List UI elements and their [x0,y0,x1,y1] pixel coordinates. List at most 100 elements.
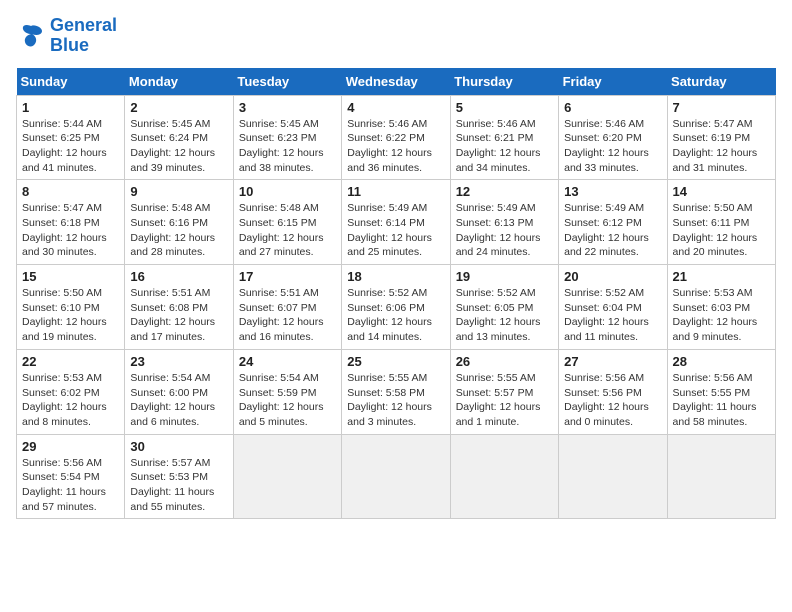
calendar-cell: 27 Sunrise: 5:56 AM Sunset: 5:56 PM Dayl… [559,349,667,434]
logo: General Blue [16,16,117,56]
day-detail: Sunrise: 5:47 AM Sunset: 6:19 PM Dayligh… [673,117,770,176]
day-detail: Sunrise: 5:50 AM Sunset: 6:10 PM Dayligh… [22,286,119,345]
calendar-cell: 24 Sunrise: 5:54 AM Sunset: 5:59 PM Dayl… [233,349,341,434]
calendar-cell: 30 Sunrise: 5:57 AM Sunset: 5:53 PM Dayl… [125,434,233,519]
calendar-cell: 29 Sunrise: 5:56 AM Sunset: 5:54 PM Dayl… [17,434,125,519]
day-detail: Sunrise: 5:55 AM Sunset: 5:58 PM Dayligh… [347,371,444,430]
day-number: 1 [22,100,119,115]
calendar-cell [450,434,558,519]
day-number: 26 [456,354,553,369]
calendar-week-1: 1 Sunrise: 5:44 AM Sunset: 6:25 PM Dayli… [17,95,776,180]
day-detail: Sunrise: 5:47 AM Sunset: 6:18 PM Dayligh… [22,201,119,260]
day-number: 13 [564,184,661,199]
day-number: 4 [347,100,444,115]
calendar-cell: 15 Sunrise: 5:50 AM Sunset: 6:10 PM Dayl… [17,265,125,350]
day-detail: Sunrise: 5:51 AM Sunset: 6:08 PM Dayligh… [130,286,227,345]
day-detail: Sunrise: 5:56 AM Sunset: 5:56 PM Dayligh… [564,371,661,430]
day-detail: Sunrise: 5:44 AM Sunset: 6:25 PM Dayligh… [22,117,119,176]
page-header: General Blue [16,16,776,56]
calendar-cell [667,434,775,519]
day-detail: Sunrise: 5:46 AM Sunset: 6:20 PM Dayligh… [564,117,661,176]
weekday-header-monday: Monday [125,68,233,96]
calendar-cell: 22 Sunrise: 5:53 AM Sunset: 6:02 PM Dayl… [17,349,125,434]
weekday-header-thursday: Thursday [450,68,558,96]
calendar-week-5: 29 Sunrise: 5:56 AM Sunset: 5:54 PM Dayl… [17,434,776,519]
day-number: 27 [564,354,661,369]
calendar-week-4: 22 Sunrise: 5:53 AM Sunset: 6:02 PM Dayl… [17,349,776,434]
day-detail: Sunrise: 5:48 AM Sunset: 6:16 PM Dayligh… [130,201,227,260]
calendar-cell: 20 Sunrise: 5:52 AM Sunset: 6:04 PM Dayl… [559,265,667,350]
weekday-header-saturday: Saturday [667,68,775,96]
day-detail: Sunrise: 5:56 AM Sunset: 5:54 PM Dayligh… [22,456,119,515]
calendar-week-2: 8 Sunrise: 5:47 AM Sunset: 6:18 PM Dayli… [17,180,776,265]
calendar-cell: 21 Sunrise: 5:53 AM Sunset: 6:03 PM Dayl… [667,265,775,350]
day-number: 30 [130,439,227,454]
calendar-cell: 18 Sunrise: 5:52 AM Sunset: 6:06 PM Dayl… [342,265,450,350]
calendar-cell: 14 Sunrise: 5:50 AM Sunset: 6:11 PM Dayl… [667,180,775,265]
calendar-cell: 10 Sunrise: 5:48 AM Sunset: 6:15 PM Dayl… [233,180,341,265]
calendar-cell: 26 Sunrise: 5:55 AM Sunset: 5:57 PM Dayl… [450,349,558,434]
day-number: 5 [456,100,553,115]
weekday-header-friday: Friday [559,68,667,96]
day-detail: Sunrise: 5:49 AM Sunset: 6:14 PM Dayligh… [347,201,444,260]
calendar-cell: 3 Sunrise: 5:45 AM Sunset: 6:23 PM Dayli… [233,95,341,180]
day-number: 21 [673,269,770,284]
calendar-cell: 12 Sunrise: 5:49 AM Sunset: 6:13 PM Dayl… [450,180,558,265]
day-detail: Sunrise: 5:53 AM Sunset: 6:03 PM Dayligh… [673,286,770,345]
day-number: 23 [130,354,227,369]
calendar-table: SundayMondayTuesdayWednesdayThursdayFrid… [16,68,776,520]
day-detail: Sunrise: 5:46 AM Sunset: 6:21 PM Dayligh… [456,117,553,176]
day-number: 8 [22,184,119,199]
day-detail: Sunrise: 5:55 AM Sunset: 5:57 PM Dayligh… [456,371,553,430]
calendar-cell [233,434,341,519]
day-number: 22 [22,354,119,369]
day-number: 2 [130,100,227,115]
day-number: 14 [673,184,770,199]
calendar-cell: 17 Sunrise: 5:51 AM Sunset: 6:07 PM Dayl… [233,265,341,350]
weekday-header-sunday: Sunday [17,68,125,96]
weekday-header-tuesday: Tuesday [233,68,341,96]
calendar-cell: 19 Sunrise: 5:52 AM Sunset: 6:05 PM Dayl… [450,265,558,350]
day-detail: Sunrise: 5:51 AM Sunset: 6:07 PM Dayligh… [239,286,336,345]
calendar-cell: 8 Sunrise: 5:47 AM Sunset: 6:18 PM Dayli… [17,180,125,265]
day-detail: Sunrise: 5:52 AM Sunset: 6:04 PM Dayligh… [564,286,661,345]
day-number: 16 [130,269,227,284]
day-detail: Sunrise: 5:48 AM Sunset: 6:15 PM Dayligh… [239,201,336,260]
day-number: 9 [130,184,227,199]
calendar-cell [342,434,450,519]
day-number: 10 [239,184,336,199]
logo-icon [16,21,46,51]
calendar-cell: 11 Sunrise: 5:49 AM Sunset: 6:14 PM Dayl… [342,180,450,265]
day-number: 17 [239,269,336,284]
day-detail: Sunrise: 5:49 AM Sunset: 6:12 PM Dayligh… [564,201,661,260]
calendar-cell: 9 Sunrise: 5:48 AM Sunset: 6:16 PM Dayli… [125,180,233,265]
calendar-cell: 16 Sunrise: 5:51 AM Sunset: 6:08 PM Dayl… [125,265,233,350]
day-detail: Sunrise: 5:52 AM Sunset: 6:06 PM Dayligh… [347,286,444,345]
calendar-cell: 6 Sunrise: 5:46 AM Sunset: 6:20 PM Dayli… [559,95,667,180]
day-detail: Sunrise: 5:50 AM Sunset: 6:11 PM Dayligh… [673,201,770,260]
calendar-cell: 13 Sunrise: 5:49 AM Sunset: 6:12 PM Dayl… [559,180,667,265]
day-detail: Sunrise: 5:57 AM Sunset: 5:53 PM Dayligh… [130,456,227,515]
day-number: 20 [564,269,661,284]
day-number: 18 [347,269,444,284]
calendar-cell [559,434,667,519]
day-detail: Sunrise: 5:45 AM Sunset: 6:24 PM Dayligh… [130,117,227,176]
day-detail: Sunrise: 5:46 AM Sunset: 6:22 PM Dayligh… [347,117,444,176]
day-number: 12 [456,184,553,199]
day-number: 7 [673,100,770,115]
day-number: 19 [456,269,553,284]
calendar-cell: 28 Sunrise: 5:56 AM Sunset: 5:55 PM Dayl… [667,349,775,434]
day-detail: Sunrise: 5:54 AM Sunset: 6:00 PM Dayligh… [130,371,227,430]
day-number: 15 [22,269,119,284]
day-detail: Sunrise: 5:49 AM Sunset: 6:13 PM Dayligh… [456,201,553,260]
day-number: 28 [673,354,770,369]
day-number: 24 [239,354,336,369]
day-detail: Sunrise: 5:52 AM Sunset: 6:05 PM Dayligh… [456,286,553,345]
day-detail: Sunrise: 5:53 AM Sunset: 6:02 PM Dayligh… [22,371,119,430]
calendar-cell: 4 Sunrise: 5:46 AM Sunset: 6:22 PM Dayli… [342,95,450,180]
calendar-cell: 7 Sunrise: 5:47 AM Sunset: 6:19 PM Dayli… [667,95,775,180]
day-number: 25 [347,354,444,369]
day-detail: Sunrise: 5:54 AM Sunset: 5:59 PM Dayligh… [239,371,336,430]
day-number: 11 [347,184,444,199]
day-number: 29 [22,439,119,454]
